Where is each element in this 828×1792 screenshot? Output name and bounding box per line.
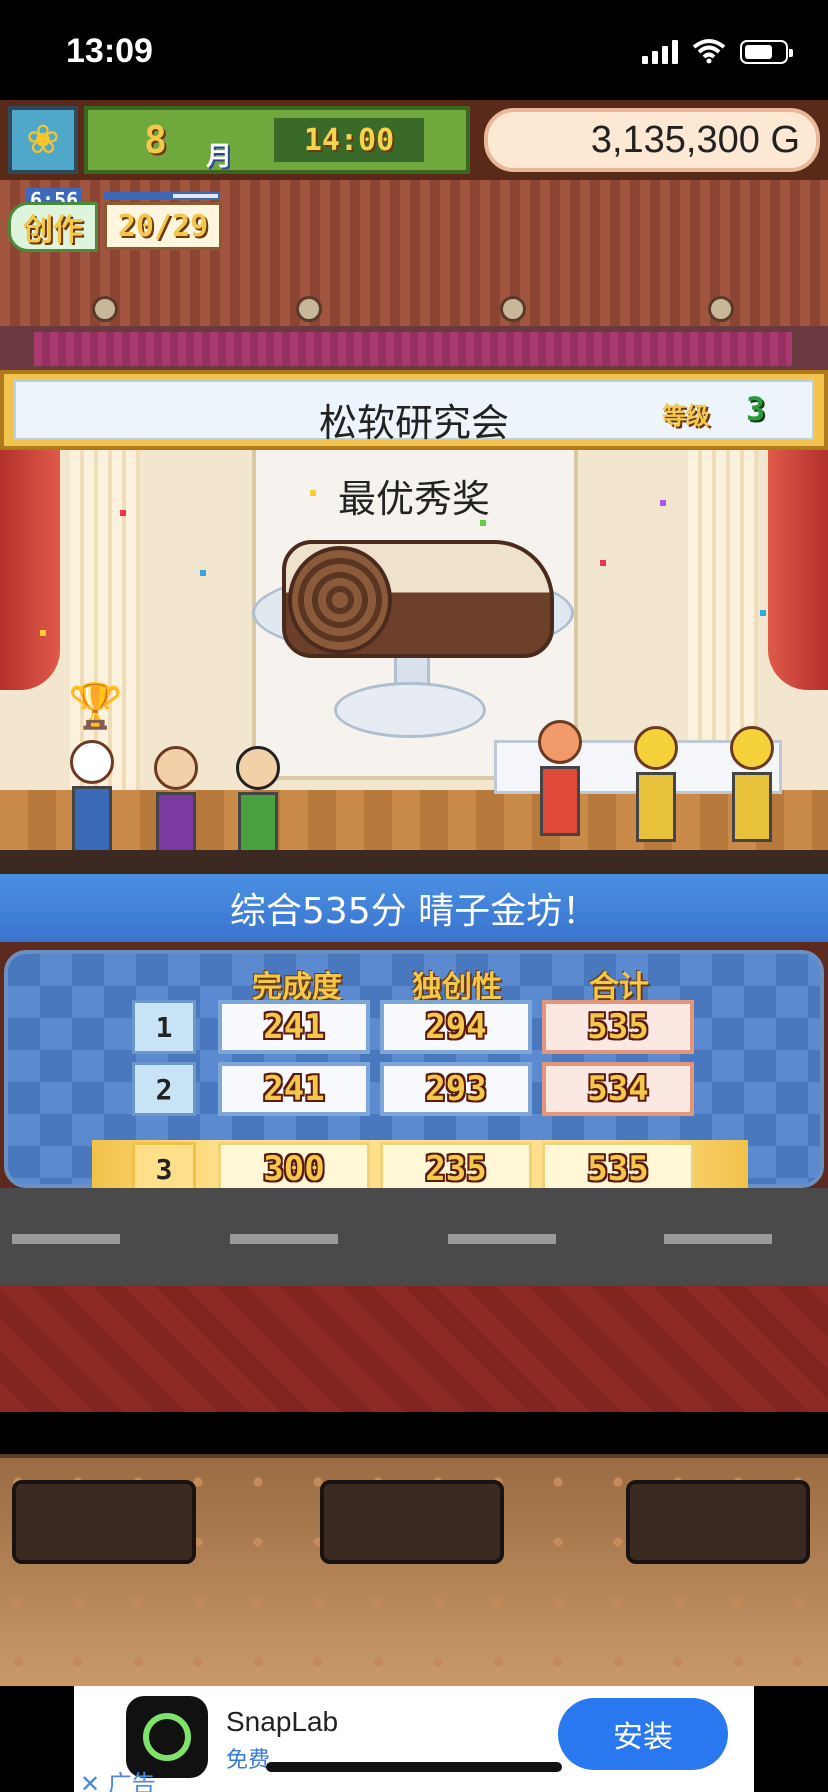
award-stage: 最优秀奖 🏆 xyxy=(0,450,828,850)
chef-character xyxy=(70,740,114,850)
ad-app-name[interactable]: SnapLab xyxy=(226,1706,338,1738)
game-clock: 14:00 xyxy=(274,118,424,162)
wall-lamp xyxy=(92,296,118,322)
home-indicator[interactable] xyxy=(266,1762,562,1772)
shop-slot[interactable] xyxy=(626,1480,810,1564)
status-icons xyxy=(642,38,793,64)
staff-character xyxy=(236,746,280,850)
wall-lamp xyxy=(708,296,734,322)
wifi-icon xyxy=(692,39,726,64)
battery-icon xyxy=(740,40,793,64)
month-number: 8 xyxy=(144,118,167,162)
score-table: 完成度 独创性 合计 1 241 294 535 2 241 293 534 3… xyxy=(4,950,824,1198)
contest-banner: 松软研究会 等级 3 xyxy=(0,370,828,450)
ad-close-button[interactable]: ✕ 广告 xyxy=(80,1764,156,1792)
completion-cell: 241 xyxy=(218,1000,370,1054)
result-message: 综合535分 晴子金坊！ xyxy=(0,874,828,942)
wall-lamp xyxy=(296,296,322,322)
completion-cell: 241 xyxy=(218,1062,370,1116)
judge-character xyxy=(730,726,774,846)
status-time: 13:09 xyxy=(66,32,153,70)
create-count: 20/29 xyxy=(104,202,222,250)
sunflower-icon[interactable]: ❀ xyxy=(8,106,78,174)
wall-lamp xyxy=(500,296,526,322)
shop-slot[interactable] xyxy=(12,1480,196,1564)
originality-cell: 294 xyxy=(380,1000,532,1054)
judge-character xyxy=(538,720,582,840)
rank-cell: 2 xyxy=(132,1062,196,1116)
status-bar: 13:09 xyxy=(0,0,828,100)
total-cell: 535 xyxy=(542,1000,694,1054)
ad-subtitle: 免费 xyxy=(226,1748,271,1773)
month-unit: 月 xyxy=(206,142,233,172)
cake-stand-base xyxy=(334,682,486,738)
top-hud: ❀ 8 月 14:00 3,135,300 G xyxy=(0,100,828,180)
install-button[interactable]: 安装 xyxy=(558,1698,728,1770)
road xyxy=(0,1188,828,1286)
money-display: 3,135,300 G xyxy=(484,108,820,172)
audience-row xyxy=(0,850,828,874)
rank-cell: 1 xyxy=(132,1000,196,1054)
shop-slot[interactable] xyxy=(320,1480,504,1564)
originality-cell: 293 xyxy=(380,1062,532,1116)
game-screen: ❀ 8 月 14:00 3,135,300 G 6:56 创作 20/29 松软… xyxy=(0,100,828,1412)
stage-floor xyxy=(0,790,828,850)
cellular-signal-icon xyxy=(642,40,678,64)
shop-counter xyxy=(0,1454,828,1686)
roll-cake-swirl xyxy=(288,546,392,654)
screen-gap xyxy=(0,1412,828,1454)
create-progress-fill xyxy=(106,194,174,198)
carpet xyxy=(0,1286,828,1412)
rank-label: 等级 xyxy=(662,402,710,430)
create-label: 创作 xyxy=(8,202,98,252)
create-status[interactable]: 6:56 创作 20/29 xyxy=(8,188,222,254)
judge-character xyxy=(634,726,678,846)
date-panel[interactable]: 8 月 14:00 xyxy=(84,106,470,174)
staff-character xyxy=(154,746,198,850)
stage-pelmet xyxy=(0,326,828,370)
total-cell: 534 xyxy=(542,1062,694,1116)
trophy-icon: 🏆 xyxy=(68,681,123,732)
create-progress-bar xyxy=(104,192,220,200)
rank-value: 3 xyxy=(746,390,766,428)
ad-banner[interactable]: SnapLab 免费 安装 ✕ 广告 xyxy=(74,1686,754,1792)
